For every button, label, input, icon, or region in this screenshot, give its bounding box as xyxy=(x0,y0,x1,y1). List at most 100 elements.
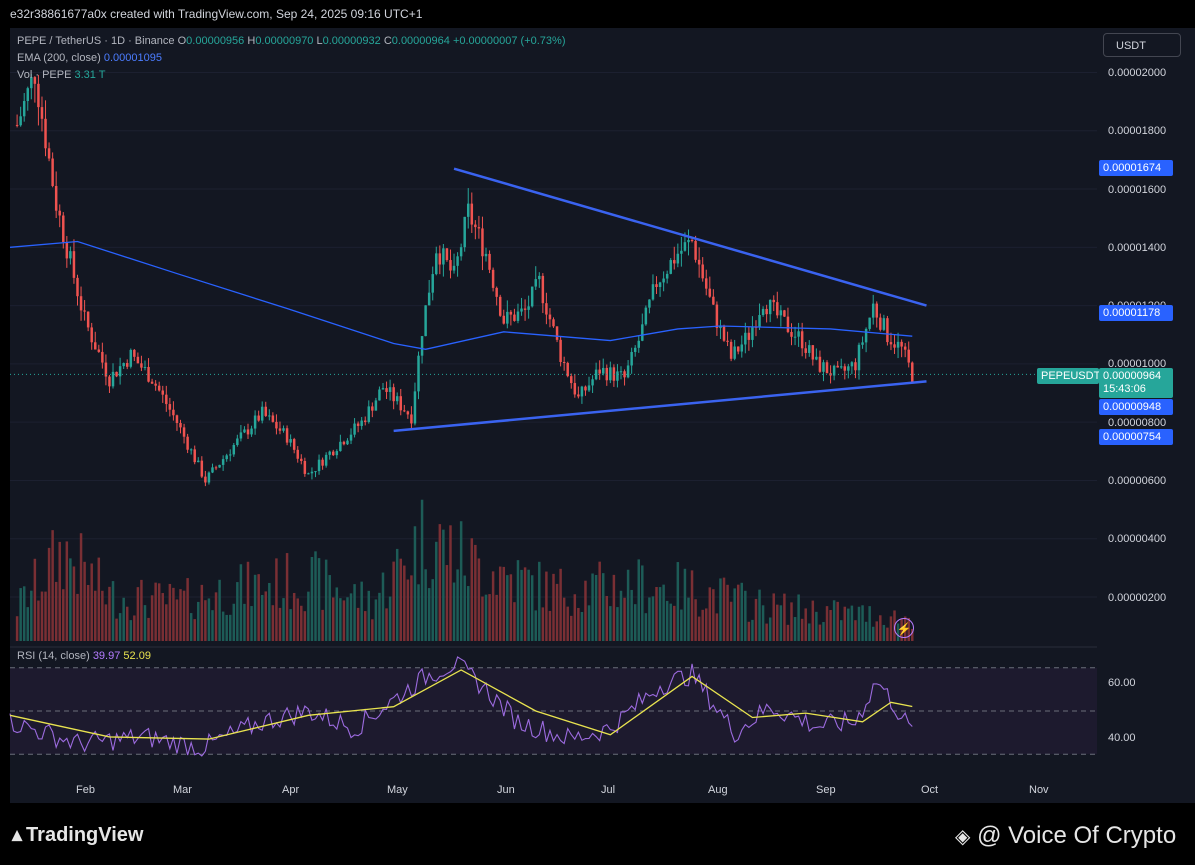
candle-body xyxy=(371,406,374,411)
bar-countdown: 15:43:06 xyxy=(1103,383,1146,395)
candle-body xyxy=(76,277,79,297)
candle-body xyxy=(630,351,633,366)
candle-body xyxy=(335,451,339,456)
volume-bar xyxy=(51,530,54,641)
volume-bar xyxy=(332,597,335,641)
candle-body xyxy=(626,365,630,378)
candle-body xyxy=(385,388,388,392)
volume-bar xyxy=(264,591,268,641)
candle-body xyxy=(452,265,456,271)
candle-body xyxy=(808,345,811,353)
candle-body xyxy=(680,250,683,254)
currency-button[interactable]: USDT xyxy=(1103,33,1181,57)
volume-bar xyxy=(495,594,498,641)
candle-body xyxy=(552,319,555,327)
volume-bar xyxy=(58,541,61,641)
candle-body xyxy=(122,363,125,367)
volume-bar xyxy=(317,558,321,641)
volume-bar xyxy=(776,604,779,641)
volume-bar xyxy=(278,607,282,641)
volume-bar xyxy=(349,593,353,641)
volume-bar xyxy=(125,606,129,641)
candle-body xyxy=(790,331,793,337)
volume-bar xyxy=(648,597,651,641)
candle-body xyxy=(300,458,303,461)
volume-bar xyxy=(598,561,601,641)
volume-bar xyxy=(367,590,371,641)
candle-body xyxy=(108,376,111,387)
legend-o-label: O xyxy=(177,35,187,47)
candle-body xyxy=(250,428,253,435)
candle-body xyxy=(83,310,86,312)
volume-bar xyxy=(65,541,69,641)
candle-body xyxy=(772,299,775,303)
candle-body xyxy=(573,383,577,395)
candle-body xyxy=(800,331,804,349)
candle-body xyxy=(271,415,275,422)
price-tick: 0.00001400 xyxy=(1108,242,1167,254)
volume-bar xyxy=(324,559,328,641)
volume-bar xyxy=(530,575,534,641)
price-tick: 0.00001800 xyxy=(1108,125,1167,137)
price-tick: 0.00001600 xyxy=(1108,184,1167,196)
candle-body xyxy=(268,415,271,417)
volume-bar xyxy=(94,590,97,641)
volume-bar xyxy=(484,594,488,641)
volume-bar xyxy=(360,581,363,641)
candle-body xyxy=(143,366,147,368)
candle-body xyxy=(193,449,196,463)
volume-bar xyxy=(768,617,772,641)
candle-body xyxy=(94,342,97,350)
candle-body xyxy=(768,299,772,315)
candle-body xyxy=(818,356,822,372)
candle-body xyxy=(314,471,317,473)
volume-bar xyxy=(857,606,861,641)
volume-bar xyxy=(715,613,719,641)
candle-body xyxy=(669,260,672,274)
volume-bar xyxy=(470,538,474,641)
candle-body xyxy=(584,386,587,391)
candle-body xyxy=(317,459,321,472)
candle-body xyxy=(136,356,140,364)
candle-body xyxy=(861,342,864,345)
volume-bar xyxy=(182,590,186,641)
candle-body xyxy=(438,253,442,265)
volume-bar xyxy=(62,589,65,641)
candle-body xyxy=(491,269,495,288)
volume-bar xyxy=(300,605,303,641)
candle-body xyxy=(392,387,395,402)
volume-bar xyxy=(246,561,250,641)
candle-body xyxy=(825,362,829,374)
candle-body xyxy=(363,420,367,422)
volume-bar xyxy=(69,558,72,641)
candle-body xyxy=(342,441,346,445)
volume-bar xyxy=(378,592,381,641)
volume-bar xyxy=(442,529,445,641)
volume-bar xyxy=(339,598,342,641)
candle-body xyxy=(847,366,850,371)
volume-bar xyxy=(189,613,193,641)
volume-bar xyxy=(829,610,832,641)
volume-bar xyxy=(570,615,573,641)
candle-body xyxy=(765,308,768,315)
candle-body xyxy=(172,409,175,416)
candle-body xyxy=(545,303,548,315)
flash-icon[interactable]: ⚡ xyxy=(894,618,914,638)
volume-bar xyxy=(538,561,541,641)
tradingview-brand: TradingView xyxy=(26,824,144,846)
volume-bar xyxy=(520,569,523,641)
candle-body xyxy=(484,253,488,257)
candle-body xyxy=(712,296,715,305)
volume-bar xyxy=(289,609,292,641)
volume-bar xyxy=(363,611,367,641)
candle-body xyxy=(896,341,900,348)
volume-bar xyxy=(811,600,815,641)
candle-body xyxy=(264,406,268,416)
candle-body xyxy=(701,264,704,279)
volume-bar xyxy=(701,609,704,641)
volume-bar xyxy=(566,606,569,641)
candle-body xyxy=(225,455,228,460)
volume-bar xyxy=(207,598,211,641)
candle-body xyxy=(843,366,847,371)
volume-bar xyxy=(839,620,843,641)
